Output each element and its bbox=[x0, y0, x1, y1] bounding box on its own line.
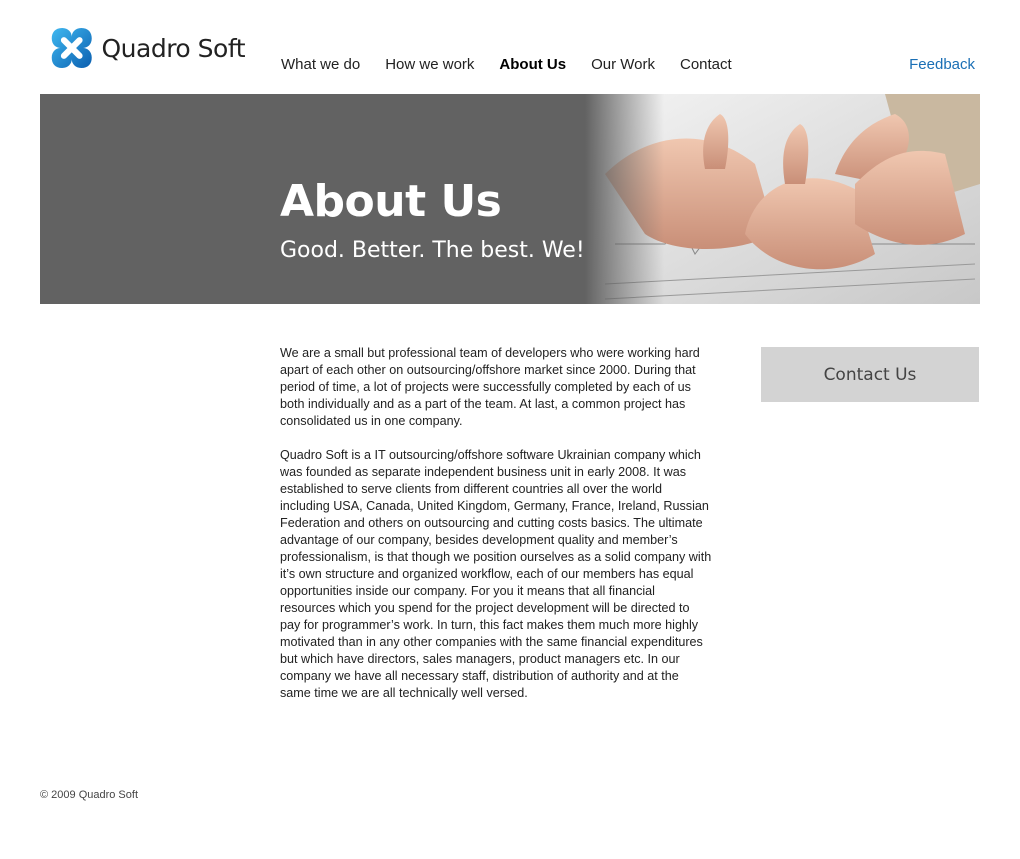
copyright: © 2009 Quadro Soft bbox=[40, 789, 139, 801]
page-subtitle: Good. Better. The best. We! bbox=[280, 238, 585, 263]
nav-item-how-we-work[interactable]: How we work bbox=[385, 56, 474, 73]
nav-item-our-work[interactable]: Our Work bbox=[591, 56, 655, 73]
hero-banner: About Us Good. Better. The best. We! bbox=[40, 94, 980, 304]
nav-item-contact[interactable]: Contact bbox=[680, 56, 732, 73]
thumbs-up-hands-photo bbox=[585, 94, 980, 304]
logo[interactable]: Quadro Soft bbox=[50, 22, 245, 74]
logo-text: Quadro Soft bbox=[101, 33, 245, 63]
nav-item-what-we-do[interactable]: What we do bbox=[281, 56, 360, 73]
about-paragraph-1: We are a small but professional team of … bbox=[280, 346, 700, 428]
about-content: We are a small but professional team of … bbox=[280, 345, 712, 719]
contact-us-button[interactable]: Contact Us bbox=[761, 347, 979, 402]
nav-item-about-us[interactable]: About Us bbox=[499, 56, 566, 73]
feedback-link[interactable]: Feedback bbox=[909, 56, 975, 73]
page-title: About Us bbox=[280, 176, 502, 227]
quadro-logo-icon bbox=[51, 27, 92, 69]
main-nav: What we do How we work About Us Our Work… bbox=[281, 56, 757, 73]
about-paragraph-2: Quadro Soft is a IT outsourcing/offshore… bbox=[280, 448, 712, 700]
